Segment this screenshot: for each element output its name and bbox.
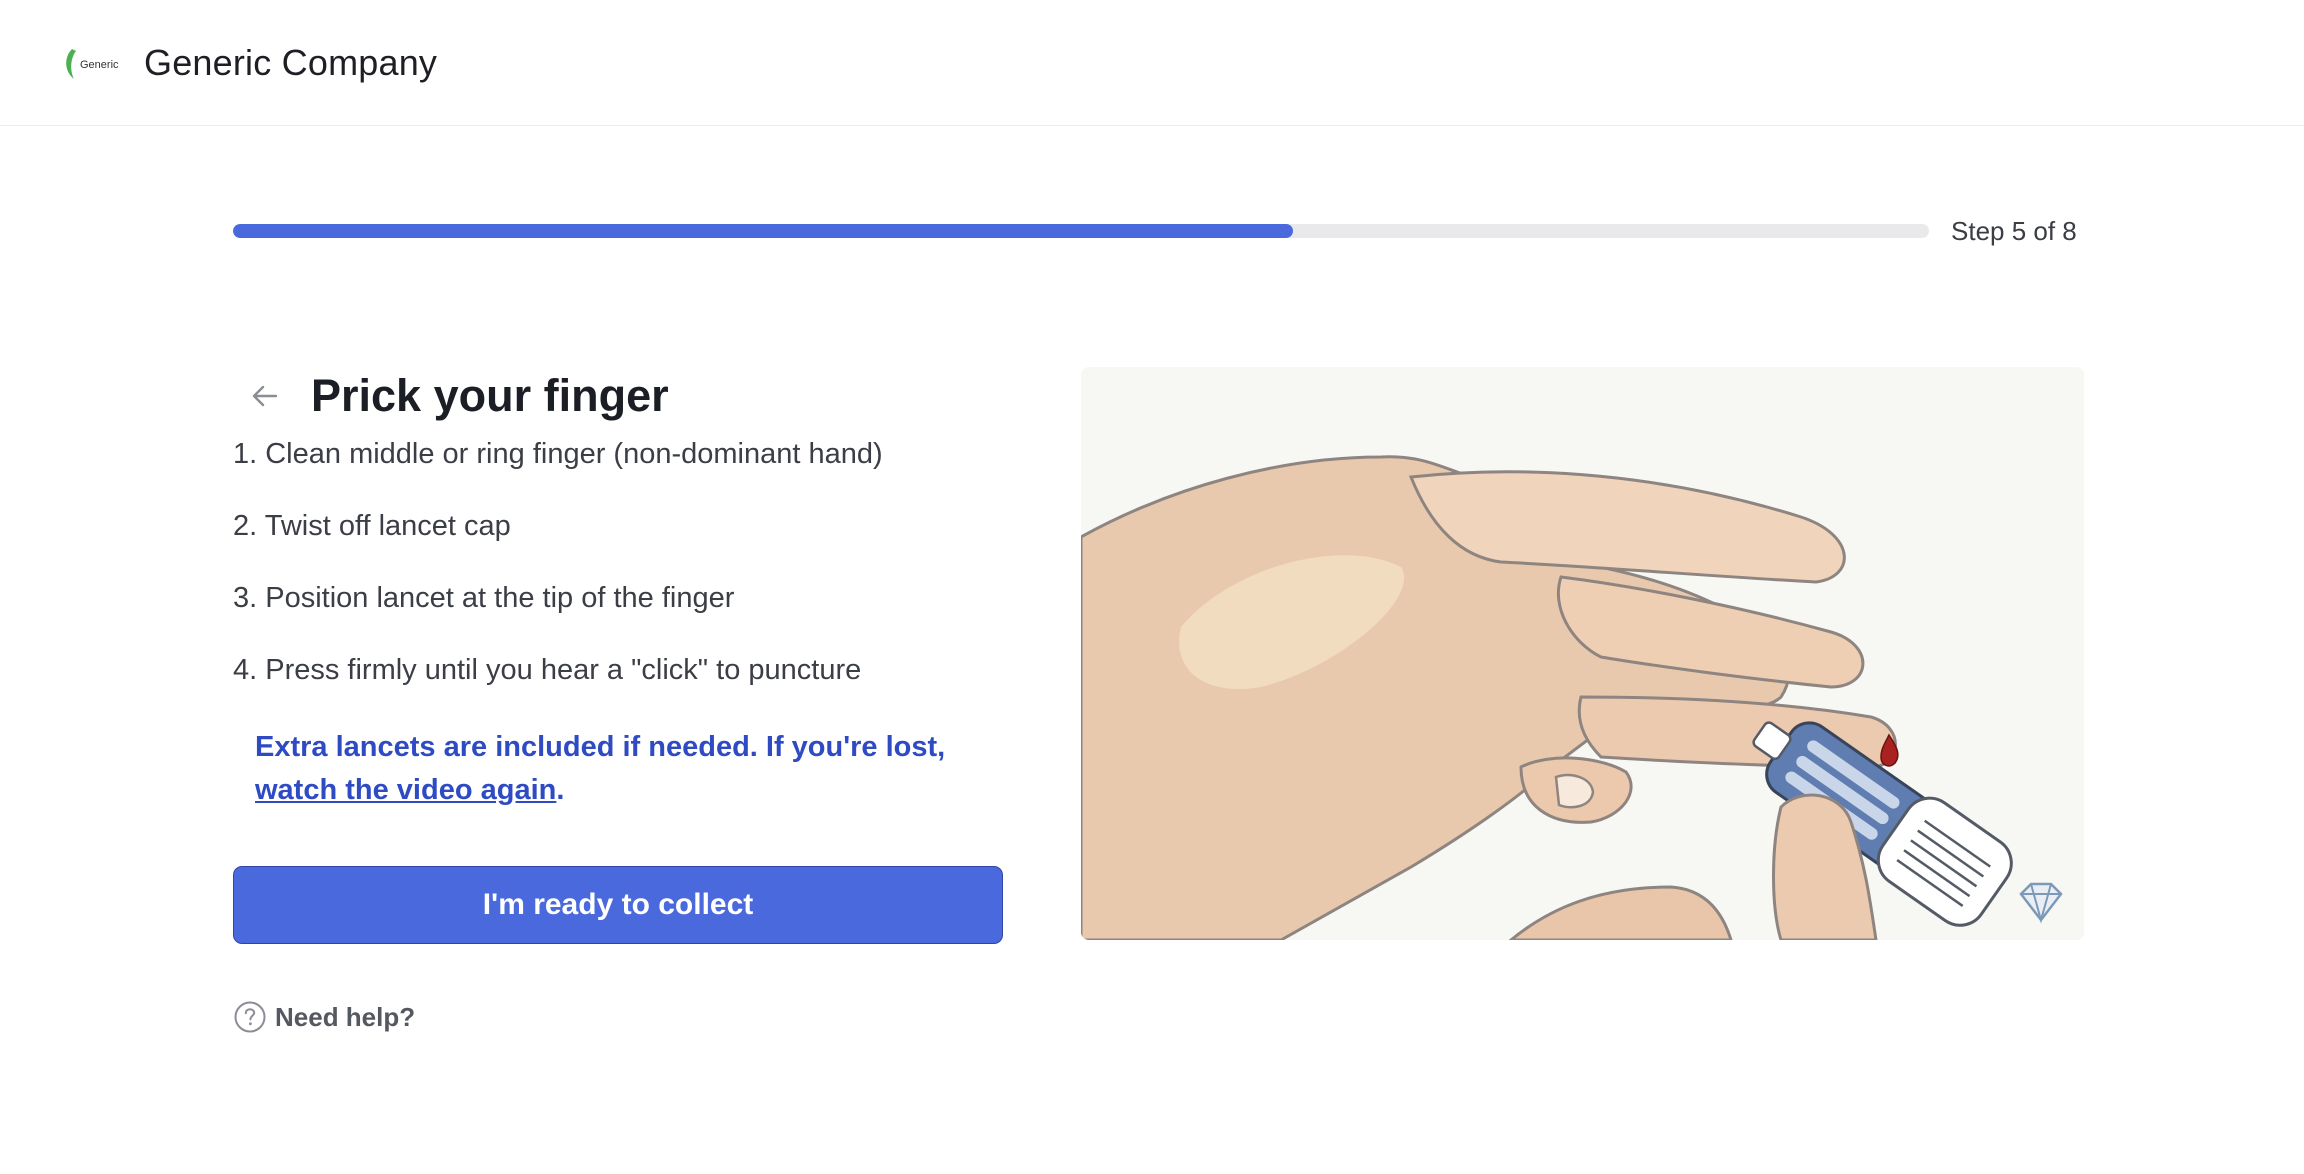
question-circle-icon [234,1001,266,1033]
extra-lancets-note: Extra lancets are included if needed. If… [233,726,993,812]
hand-lancet-illustration [1081,367,2084,940]
title-row: Prick your finger [233,360,1003,432]
instructions-panel: Prick your finger 1. Clean middle or rin… [233,360,1003,1034]
back-button[interactable] [233,364,297,428]
ready-to-collect-button[interactable]: I'm ready to collect [233,866,1003,944]
company-name: Generic Company [144,41,438,83]
need-help-link[interactable]: Need help? [233,1000,1003,1034]
top-bar: Generic Generic Company [0,0,2304,126]
instruction-steps: 1. Clean middle or ring finger (non-domi… [233,434,1003,690]
leaf-logo-icon: Generic [66,48,119,79]
instruction-step: 2. Twist off lancet cap [233,510,511,542]
note-end: . [556,774,565,806]
watch-video-link[interactable]: watch the video again [255,774,556,806]
arrow-left-icon [252,385,278,407]
need-help-label: Need help? [275,1001,416,1032]
company-logo[interactable]: Generic [62,43,122,83]
finger-prick-illustration [1081,367,2084,940]
progress-fill [233,224,1293,238]
progress-section: Step 5 of 8 [233,215,2083,246]
instruction-step: 1. Clean middle or ring finger (non-domi… [233,438,883,470]
step-indicator: Step 5 of 8 [1951,215,2077,246]
instruction-step: 3. Position lancet at the tip of the fin… [233,582,735,614]
progress-track [233,224,1929,238]
logo-wordmark: Generic [80,59,119,71]
note-text: Extra lancets are included if needed. If… [255,731,946,763]
page-title: Prick your finger [311,370,669,421]
instruction-step: 4. Press firmly until you hear a "click"… [233,654,862,686]
